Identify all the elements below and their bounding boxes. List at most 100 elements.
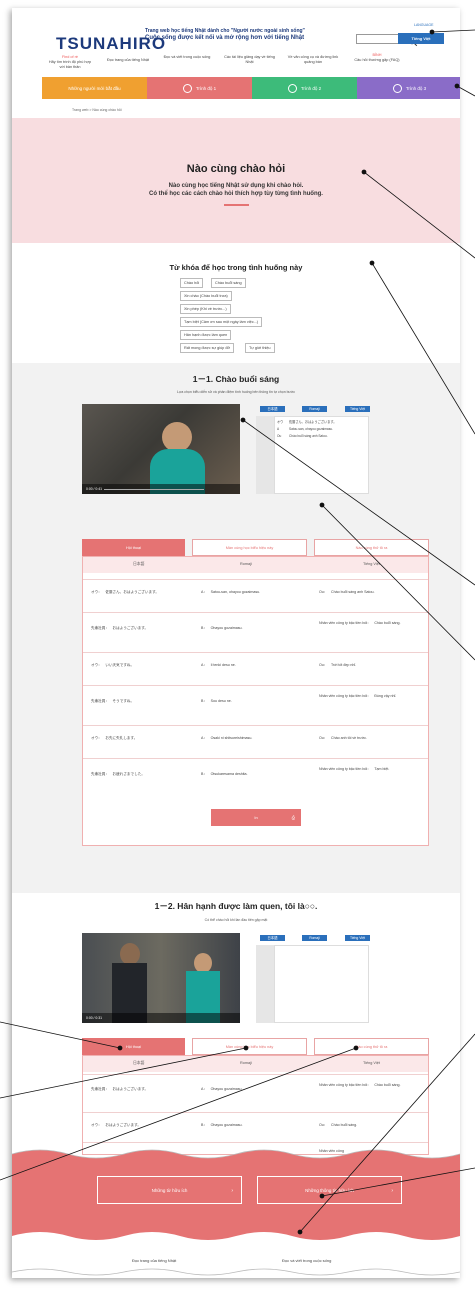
subtitle-toggle-jp[interactable]: 日本語 xyxy=(260,406,285,412)
level-label: Trình độ 1 xyxy=(195,85,217,91)
cell-vi: Ou： Trời tốt đẹp nhỉ. xyxy=(319,663,357,667)
hero-sub-line1: Nào cùng học tiếng Nhật sử dụng khi chào… xyxy=(168,183,304,189)
nav-item[interactable]: Các tài liệu giảng dạy về tiếng Nhật xyxy=(222,55,277,65)
person-face xyxy=(194,953,212,973)
tagline-top: Trang web học tiếng Nhật dành cho "Người… xyxy=(145,28,305,34)
video-player[interactable]: 0:00 / 0:41 xyxy=(82,404,240,494)
table-row: オウ： おはようございます。 B： Ohayou gozaimasu. Ou： … xyxy=(83,1112,428,1142)
cell-romaji: B： Ohayou gozaimasu. xyxy=(201,1123,243,1127)
nav-label: Đọc trang của tiếng Nhật xyxy=(106,58,149,62)
tab-expressions[interactable]: Màn cùng học biểu hiệu này xyxy=(192,539,307,556)
subtitle-panel: オウ 佐藤さん、おはようございます。 A Satou-san, ohayou g… xyxy=(274,416,369,494)
col-header: 日本語 xyxy=(133,1061,145,1065)
cell-vi: Nhân viên công ty bậc tiền bối： Chào buổ… xyxy=(319,1083,401,1087)
chevron-right-icon: › xyxy=(391,1188,393,1194)
keyword-chip[interactable]: Xin phép (Khi về trước...) xyxy=(180,304,231,314)
footer-link[interactable]: Đọc và viết trong cuộc sống xyxy=(282,1258,331,1263)
hero-banner xyxy=(12,118,460,243)
sub-text: 佐藤さん、おはようございます。 xyxy=(289,420,337,424)
level-label: Trình độ 2 xyxy=(300,85,322,91)
tab-practice[interactable]: Nào cùng thử tỏ ra xyxy=(314,1038,429,1055)
col-header: Tiếng Việt xyxy=(363,562,380,566)
cell-jp: オウ： お先に失礼します。 xyxy=(91,736,138,740)
cell-jp: オウ： いい天気ですね。 xyxy=(91,663,135,667)
video-time: 0:00 / 0:31 xyxy=(86,1016,103,1020)
useful-words-button[interactable]: Những từ hữu ích › xyxy=(97,1176,242,1204)
cell-vi: Ou： Chào buổi sáng anh Satou. xyxy=(319,590,375,594)
sub-speaker: Ou xyxy=(277,434,282,438)
level-circle-icon xyxy=(287,83,297,93)
hero-divider xyxy=(224,204,249,206)
level-2[interactable]: Trình độ 2 xyxy=(252,77,357,99)
video-player[interactable]: 0:00 / 0:31 xyxy=(82,933,240,1023)
cell-romaji: A： Osaki ni shitsureishimasu. xyxy=(201,736,253,740)
keyword-chip[interactable]: Tự giới thiệu xyxy=(245,343,275,353)
level-beginner[interactable]: Những người mới bắt đầu xyxy=(42,77,147,99)
subtitle-toggle-romaji[interactable]: Romaji xyxy=(302,935,327,941)
cell-jp: オウ： 佐藤さん、おはようございます。 xyxy=(91,590,159,594)
breadcrumb[interactable]: Trang web > Nào cùng chào hỏi xyxy=(72,108,122,112)
footer-link[interactable]: Đọc trang của tiếng Nhật xyxy=(132,1258,176,1263)
sub-text: Satou-san, ohayou gozaimasu. xyxy=(289,427,333,431)
video-controls[interactable] xyxy=(82,1013,240,1023)
nav-item[interactable]: Find of rè Hãy tìm trình độ phù hợp với b… xyxy=(46,55,94,70)
level-circle-icon xyxy=(392,83,402,93)
subtitle-gutter xyxy=(256,416,274,494)
section-1-title: 1－1. Chào buổi sáng xyxy=(192,374,280,384)
dialogue-table: 日本語 Romaji Tiếng Việt 先輩社員： おはようございます。 A… xyxy=(82,1055,429,1155)
level-3[interactable]: Trình độ 3 xyxy=(357,77,460,99)
cell-vi: Nhân viên công ty bậc tiền bối： Chào buổ… xyxy=(319,621,401,625)
chevron-right-icon: › xyxy=(231,1188,233,1194)
cell-vi: Ou： Chào buổi sáng. xyxy=(319,1123,358,1127)
keyword-chip[interactable]: Hân hạnh được làm quen xyxy=(180,330,232,340)
nav-item-faq[interactable]: BÌNH Câu hỏi thường gặp (FAQ) xyxy=(352,53,402,63)
tab-dialogue[interactable]: Hội thoại xyxy=(82,539,185,556)
level-label: Những người mới bắt đầu xyxy=(68,85,121,91)
subtitle-panel xyxy=(274,945,369,1023)
tab-dialogue[interactable]: Hội thoại xyxy=(82,1038,185,1055)
level-1[interactable]: Trình độ 1 xyxy=(147,77,252,99)
video-progress[interactable] xyxy=(104,489,204,490)
cell-romaji: A： Ii tenki desu ne. xyxy=(201,663,236,667)
level-label: Trình độ 3 xyxy=(405,85,427,91)
tab-expressions[interactable]: Màn cùng học biểu hiệu này xyxy=(192,1038,307,1055)
sub-speaker: オウ xyxy=(277,420,284,424)
printer-icon: ⎙ xyxy=(291,815,295,820)
level-circle-icon xyxy=(182,83,192,93)
cell-jp: 先輩社員： そうですね。 xyxy=(91,699,135,703)
language-label: LANGUAGE xyxy=(414,23,434,27)
keyword-chip[interactable]: Chào hỏi xyxy=(180,278,204,288)
section-2-desc: Có thể chào hỏi khi lần đầu tiên gặp mặt xyxy=(204,918,268,922)
cell-jp: 先輩社員： おはようございます。 xyxy=(91,1087,149,1091)
table-row: 先輩社員： おはようございます。 A： Ohayou gozaimasu. Nh… xyxy=(83,1074,428,1112)
keyword-chip[interactable]: Tạm biệt (Cảm ơn sau một ngày làm việc..… xyxy=(180,317,263,327)
subtitle-toggle-romaji[interactable]: Romaji xyxy=(302,406,327,412)
nav-label: Hãy tìm trình độ phù hợp với bản thân xyxy=(48,59,92,69)
subtitle-toggle-jp[interactable]: 日本語 xyxy=(260,935,285,941)
section-2-title: 1－2. Hân hạnh được làm quen, tôi là○○. xyxy=(154,901,318,911)
cell-jp: オウ： おはようございます。 xyxy=(91,1123,141,1127)
table-header: 日本語 Romaji Tiếng Việt xyxy=(83,1056,428,1072)
useful-info-button[interactable]: Những thông tin hữu ích › xyxy=(257,1176,402,1204)
subtitle-toggle-vi[interactable]: Tiếng Việt xyxy=(345,935,370,941)
level-bar: Những người mới bắt đầu Trình độ 1 Trình… xyxy=(42,77,460,99)
nav-item[interactable]: Đọc và viết trong cuộc sống xyxy=(162,55,212,60)
useful-info-label: Những thông tin hữu ích xyxy=(305,1188,354,1193)
cell-romaji: A： Ohayou gozaimasu. xyxy=(201,1087,243,1091)
nav-item[interactable]: Đọc trang của tiếng Nhật xyxy=(104,58,152,63)
keyword-chip[interactable]: Rất mong được sự giúp đỡ xyxy=(180,343,234,353)
section-1-desc: Lựa chọn biểu diễn sử và phản điệm tình … xyxy=(177,390,295,394)
nav-label: Về văn công cụ và đường link quảng bán xyxy=(287,55,339,64)
nav-item[interactable]: Về văn công cụ và đường link quảng bán xyxy=(284,55,342,65)
keyword-chip[interactable]: Chào buổi sáng xyxy=(211,278,246,288)
subtitle-toggle-vi[interactable]: Tiếng Việt xyxy=(345,406,370,412)
cell-jp: 先輩社員： おはようございます。 xyxy=(91,626,149,630)
tab-practice[interactable]: Nào cùng thử tỏ ra xyxy=(314,539,429,556)
language-button[interactable]: Tiếng Việt xyxy=(398,33,444,44)
search-input[interactable] xyxy=(356,34,404,44)
table-row: 先輩社員： お疲れさまでした。 B： Otsukaresama deshita.… xyxy=(83,758,428,798)
keyword-chip[interactable]: Xin chào (Chào buổi trưa) xyxy=(180,291,232,301)
sub-speaker: A xyxy=(277,427,280,431)
cell-romaji: B： Ohayou gozaimasu. xyxy=(201,626,243,630)
print-button[interactable]: In ⎙ xyxy=(211,809,301,826)
